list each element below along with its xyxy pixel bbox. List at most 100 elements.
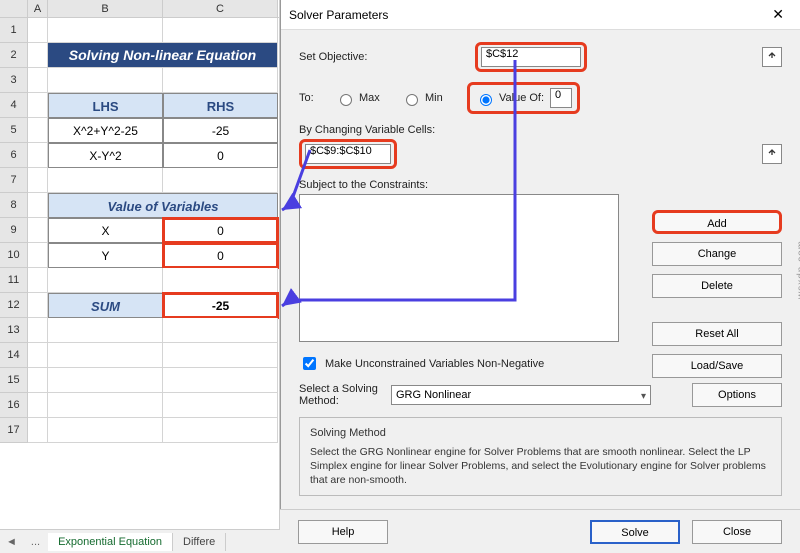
options-button[interactable]: Options [692, 383, 782, 407]
row-17[interactable]: 17 [0, 418, 28, 443]
row-5[interactable]: 5 [0, 118, 28, 143]
help-button[interactable]: Help [298, 520, 388, 544]
loadsave-button[interactable]: Load/Save [652, 354, 782, 378]
cell-C16[interactable] [163, 393, 278, 418]
row-6[interactable]: 6 [0, 143, 28, 168]
row-12[interactable]: 12 [0, 293, 28, 318]
cell-B11[interactable] [48, 268, 163, 293]
row-7[interactable]: 7 [0, 168, 28, 193]
row-10[interactable]: 10 [0, 243, 28, 268]
row-9[interactable]: 9 [0, 218, 28, 243]
y-value[interactable]: 0 [163, 243, 278, 268]
cell-B13[interactable] [48, 318, 163, 343]
row-16[interactable]: 16 [0, 393, 28, 418]
row-11[interactable]: 11 [0, 268, 28, 293]
cell-B1[interactable] [48, 18, 163, 43]
col-A[interactable]: A [28, 0, 48, 17]
sum-label[interactable]: SUM [48, 293, 163, 318]
method-select[interactable]: GRG Nonlinear [391, 385, 651, 405]
valueof-radio[interactable]: Value Of: [475, 91, 544, 106]
cell-B17[interactable] [48, 418, 163, 443]
delete-button[interactable]: Delete [652, 274, 782, 298]
cell-A12[interactable] [28, 293, 48, 318]
title-banner[interactable]: Solving Non-linear Equation [48, 43, 278, 68]
close-icon[interactable]: ✕ [764, 6, 792, 23]
variables-header[interactable]: Value of Variables [48, 193, 278, 218]
cell-A8[interactable] [28, 193, 48, 218]
dialog-titlebar[interactable]: Solver Parameters ✕ [281, 0, 800, 30]
max-radio[interactable]: Max [335, 91, 395, 106]
cell-C3[interactable] [163, 68, 278, 93]
dialog-button-bar: Help Solve Close [280, 509, 800, 553]
eq1-rhs[interactable]: -25 [163, 118, 278, 143]
cell-A3[interactable] [28, 68, 48, 93]
cell-A2[interactable] [28, 43, 48, 68]
row-4[interactable]: 4 [0, 93, 28, 118]
max-radio-input[interactable] [340, 94, 352, 106]
cell-B7[interactable] [48, 168, 163, 193]
col-B[interactable]: B [48, 0, 163, 17]
cell-C17[interactable] [163, 418, 278, 443]
cell-A4[interactable] [28, 93, 48, 118]
col-C[interactable]: C [163, 0, 278, 17]
cell-C1[interactable] [163, 18, 278, 43]
cell-A11[interactable] [28, 268, 48, 293]
y-label[interactable]: Y [48, 243, 163, 268]
cell-A16[interactable] [28, 393, 48, 418]
eq2-rhs[interactable]: 0 [163, 143, 278, 168]
cell-C13[interactable] [163, 318, 278, 343]
tab-overflow[interactable]: ... [23, 536, 48, 548]
row-3[interactable]: 3 [0, 68, 28, 93]
cell-A6[interactable] [28, 143, 48, 168]
cell-A14[interactable] [28, 343, 48, 368]
rhs-header[interactable]: RHS [163, 93, 278, 118]
cell-A13[interactable] [28, 318, 48, 343]
cell-B3[interactable] [48, 68, 163, 93]
cell-C14[interactable] [163, 343, 278, 368]
row-13[interactable]: 13 [0, 318, 28, 343]
x-value[interactable]: 0 [163, 218, 278, 243]
eq2-lhs[interactable]: X-Y^2 [48, 143, 163, 168]
cell-A17[interactable] [28, 418, 48, 443]
tab-exponential[interactable]: Exponential Equation [48, 533, 173, 551]
row-2[interactable]: 2 [0, 43, 28, 68]
cell-A7[interactable] [28, 168, 48, 193]
add-button[interactable]: Add [652, 210, 782, 234]
changing-cells-input[interactable]: $C$9:$C$10 [305, 144, 391, 164]
row-8[interactable]: 8 [0, 193, 28, 218]
tab-nav-prev[interactable]: ◄ [0, 536, 23, 548]
cell-A5[interactable] [28, 118, 48, 143]
objective-input[interactable]: $C$12 [481, 47, 581, 67]
cell-B14[interactable] [48, 343, 163, 368]
eq1-lhs[interactable]: X^2+Y^2-25 [48, 118, 163, 143]
selectall-corner[interactable] [0, 0, 28, 17]
cell-A10[interactable] [28, 243, 48, 268]
solve-button[interactable]: Solve [590, 520, 680, 544]
min-radio-input[interactable] [406, 94, 418, 106]
row-14[interactable]: 14 [0, 343, 28, 368]
lhs-header[interactable]: LHS [48, 93, 163, 118]
close-button[interactable]: Close [692, 520, 782, 544]
valueof-radio-input[interactable] [480, 94, 492, 106]
change-button[interactable]: Change [652, 242, 782, 266]
tab-differential[interactable]: Differe [173, 533, 226, 551]
sum-value[interactable]: -25 [163, 293, 278, 318]
row-1[interactable]: 1 [0, 18, 28, 43]
cell-C7[interactable] [163, 168, 278, 193]
cell-A1[interactable] [28, 18, 48, 43]
cell-A9[interactable] [28, 218, 48, 243]
cell-C11[interactable] [163, 268, 278, 293]
cell-C15[interactable] [163, 368, 278, 393]
row-15[interactable]: 15 [0, 368, 28, 393]
objective-range-button[interactable] [762, 47, 782, 67]
resetall-button[interactable]: Reset All [652, 322, 782, 346]
valueof-input[interactable]: 0 [550, 88, 572, 108]
x-label[interactable]: X [48, 218, 163, 243]
cell-B16[interactable] [48, 393, 163, 418]
constraints-listbox[interactable] [299, 194, 619, 342]
changing-range-button[interactable] [762, 144, 782, 164]
unconstrained-checkbox-input[interactable] [303, 357, 316, 370]
min-radio[interactable]: Min [401, 91, 461, 106]
cell-B15[interactable] [48, 368, 163, 393]
cell-A15[interactable] [28, 368, 48, 393]
